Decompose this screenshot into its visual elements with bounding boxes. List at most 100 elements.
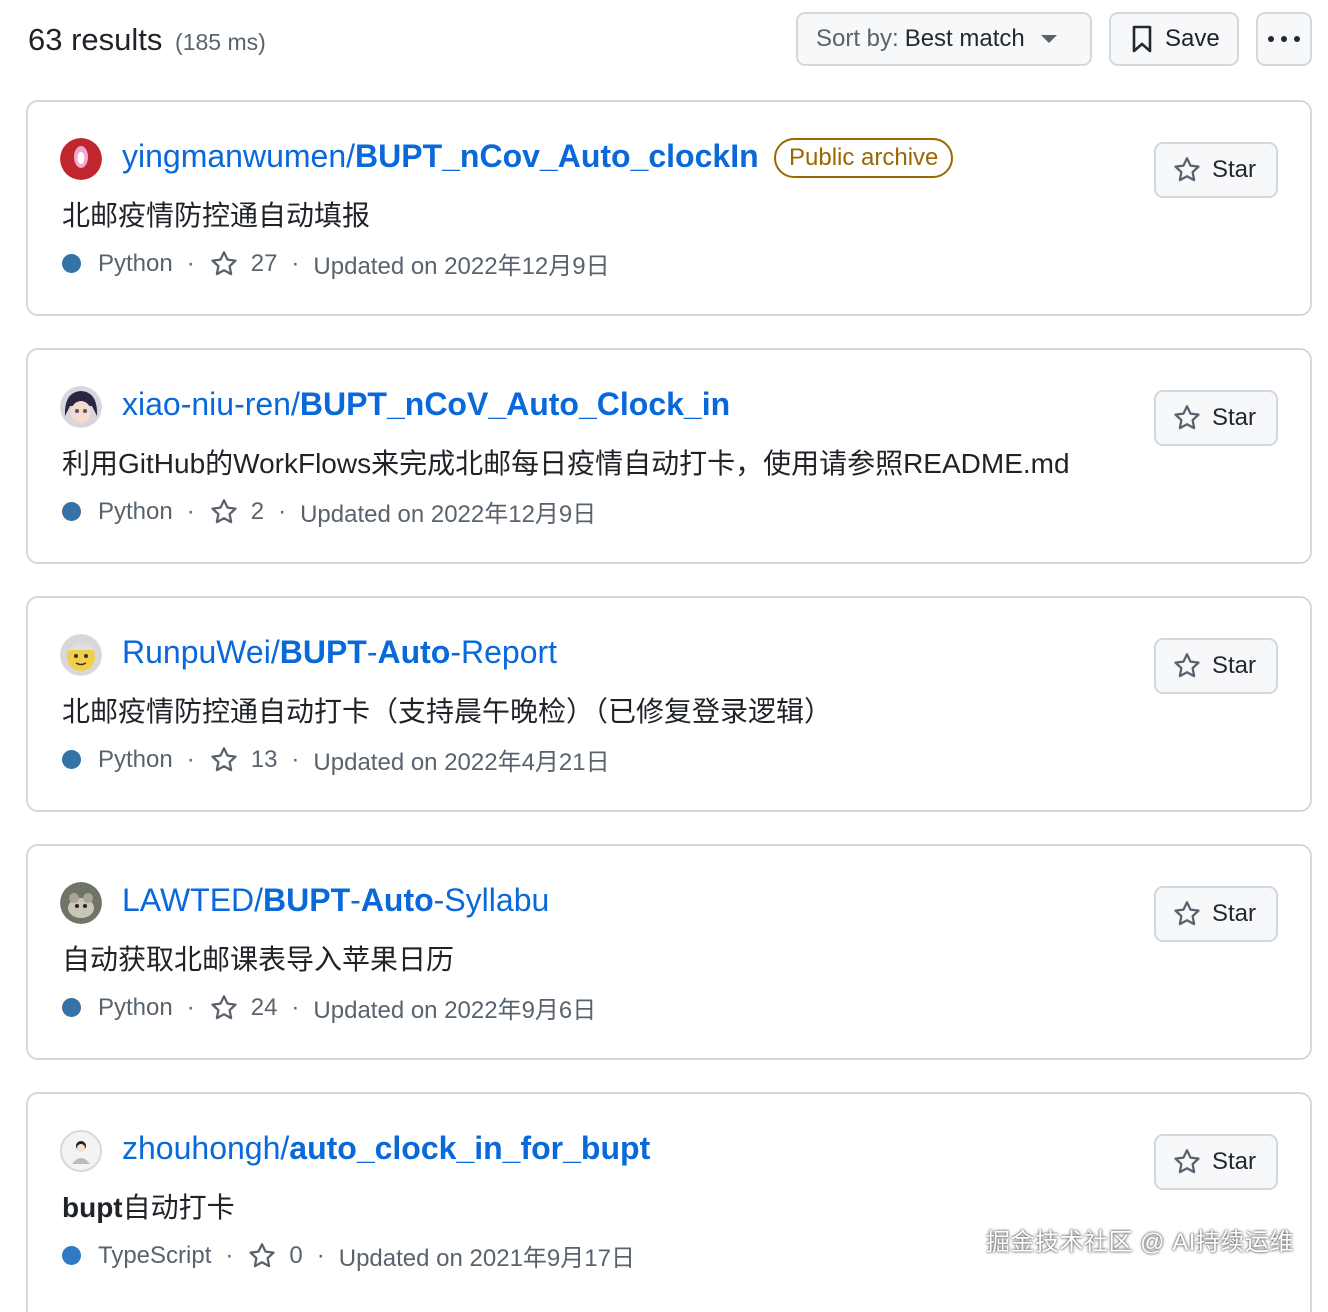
separator: · — [225, 1241, 234, 1269]
results-header: 63 results (185 ms) Sort by: Best match … — [28, 12, 1312, 68]
repo-name-highlight: Auto — [377, 634, 451, 670]
language-label: TypeScript — [98, 1241, 212, 1269]
repo-name: BUPT_nCoV_Auto_Clock_in — [299, 386, 731, 422]
results-count: 63 results (185 ms) — [28, 22, 266, 58]
sort-prefix: Sort by: — [816, 25, 899, 52]
star-button[interactable]: Star — [1154, 886, 1278, 942]
star-count[interactable]: 24 — [251, 994, 278, 1022]
updated-date: Updated on 2021年9月17日 — [338, 1245, 635, 1272]
star-icon — [209, 993, 239, 1023]
repo-description: 北邮疫情防控通自动填报 — [62, 200, 371, 231]
repo-name-part: - — [366, 634, 378, 670]
repo-owner: RunpuWei/ — [122, 634, 280, 670]
description-text: 自动打卡 — [122, 1192, 235, 1223]
star-icon — [209, 249, 239, 279]
star-button[interactable]: Star — [1154, 142, 1278, 198]
star-label: Star — [1212, 1148, 1257, 1175]
separator: · — [186, 249, 195, 277]
save-search-button[interactable]: Save — [1109, 12, 1239, 66]
repo-name-part: -Syllabu — [433, 882, 550, 918]
language-label: Python — [98, 745, 173, 773]
repo-link[interactable]: zhouhongh/auto_clock_in_for_bupt — [122, 1130, 650, 1167]
chevron-down-icon — [1040, 35, 1057, 43]
star-count[interactable]: 13 — [251, 746, 278, 774]
star-icon — [247, 1241, 277, 1271]
repo-link[interactable]: xiao-niu-ren/BUPT_nCoV_Auto_Clock_in — [122, 386, 730, 423]
star-label: Star — [1212, 900, 1257, 927]
separator: · — [186, 993, 195, 1021]
avatar[interactable] — [60, 138, 102, 180]
star-button[interactable]: Star — [1154, 1134, 1278, 1190]
results-time: (185 ms) — [175, 29, 266, 55]
sort-dropdown-button[interactable]: Sort by: Best match — [796, 12, 1092, 66]
repo-owner: yingmanwumen/ — [122, 138, 355, 174]
repo-owner: LAWTED/ — [122, 882, 264, 918]
search-result-card: LAWTED/BUPT-Auto-Syllabu 自动获取北邮课表导入苹果日历 … — [26, 844, 1312, 1060]
avatar[interactable] — [60, 882, 102, 924]
watermark: 掘金技术社区 @ AI持续运维 — [986, 1229, 1294, 1256]
sort-value: Best match — [904, 25, 1025, 52]
repo-link[interactable]: yingmanwumen/BUPT_nCov_Auto_clockIn — [122, 138, 759, 175]
save-label: Save — [1165, 25, 1220, 52]
description-highlight: bupt — [62, 1192, 123, 1223]
star-count[interactable]: 0 — [289, 1242, 302, 1270]
repo-name-part: - — [350, 882, 361, 918]
bookmark-icon — [1132, 25, 1152, 53]
separator: · — [278, 497, 287, 525]
separator: · — [316, 1241, 325, 1269]
language-color-dot — [62, 998, 81, 1017]
avatar[interactable] — [60, 634, 102, 676]
search-result-card: yingmanwumen/BUPT_nCov_Auto_clockIn Publ… — [26, 100, 1312, 316]
repo-description: 自动获取北邮课表导入苹果日历 — [62, 944, 455, 975]
repo-name-highlight: Auto — [360, 882, 434, 918]
search-result-card: RunpuWei/BUPT-Auto-Report 北邮疫情防控通自动打卡（支持… — [26, 596, 1312, 812]
separator: · — [291, 745, 300, 773]
repo-name-part: -Report — [450, 634, 558, 670]
updated-date: Updated on 2022年12月9日 — [313, 253, 610, 280]
star-count[interactable]: 27 — [251, 250, 278, 278]
star-icon — [209, 745, 239, 775]
star-button[interactable]: Star — [1154, 390, 1278, 446]
kebab-horizontal-icon — [1268, 36, 1300, 42]
avatar[interactable] — [60, 386, 102, 428]
star-icon — [1174, 1149, 1200, 1174]
repo-link[interactable]: RunpuWei/BUPT-Auto-Report — [122, 634, 557, 671]
repo-meta: Python · 24 · Updated on 2022年9月6日 — [62, 990, 596, 1025]
repo-description: bupt自动打卡 — [62, 1186, 235, 1226]
repo-owner: xiao-niu-ren/ — [122, 386, 300, 422]
results-count-text: 63 results — [28, 22, 163, 57]
star-count[interactable]: 2 — [251, 498, 264, 526]
updated-date: Updated on 2022年4月21日 — [313, 749, 610, 776]
language-color-dot — [62, 254, 81, 273]
star-icon — [209, 497, 239, 527]
repo-description: 北邮疫情防控通自动打卡（支持晨午晚检）（已修复登录逻辑） — [62, 696, 833, 727]
repo-meta: Python · 2 · Updated on 2022年12月9日 — [62, 494, 596, 529]
separator: · — [291, 249, 300, 277]
language-color-dot — [62, 502, 81, 521]
search-result-card: zhouhongh/auto_clock_in_for_bupt bupt自动打… — [26, 1092, 1312, 1312]
language-color-dot — [62, 750, 81, 769]
repo-link[interactable]: LAWTED/BUPT-Auto-Syllabu — [122, 882, 549, 919]
star-icon — [1174, 653, 1200, 678]
avatar[interactable] — [60, 1130, 102, 1172]
star-label: Star — [1212, 156, 1257, 183]
updated-date: Updated on 2022年12月9日 — [300, 501, 597, 528]
repo-name: BUPT_nCov_Auto_clockIn — [355, 138, 759, 174]
language-color-dot — [62, 1246, 81, 1265]
repo-description: 利用GitHub的WorkFlows来完成北邮每日疫情自动打卡，使用请参照REA… — [62, 448, 1070, 479]
star-icon — [1174, 901, 1200, 926]
repo-meta: TypeScript · 0 · Updated on 2021年9月17日 — [62, 1238, 635, 1273]
star-button[interactable]: Star — [1154, 638, 1278, 694]
search-result-card: xiao-niu-ren/BUPT_nCoV_Auto_Clock_in 利用G… — [26, 348, 1312, 564]
star-label: Star — [1212, 652, 1257, 679]
updated-date: Updated on 2022年9月6日 — [313, 997, 597, 1024]
star-icon — [1174, 405, 1200, 430]
repo-name-highlight: BUPT — [263, 882, 351, 918]
more-options-button[interactable] — [1256, 12, 1312, 66]
repo-meta: Python · 13 · Updated on 2022年4月21日 — [62, 742, 610, 777]
separator: · — [186, 497, 195, 525]
language-label: Python — [98, 497, 173, 525]
language-label: Python — [98, 993, 173, 1021]
separator: · — [291, 993, 300, 1021]
repo-name-highlight: BUPT — [279, 634, 367, 670]
